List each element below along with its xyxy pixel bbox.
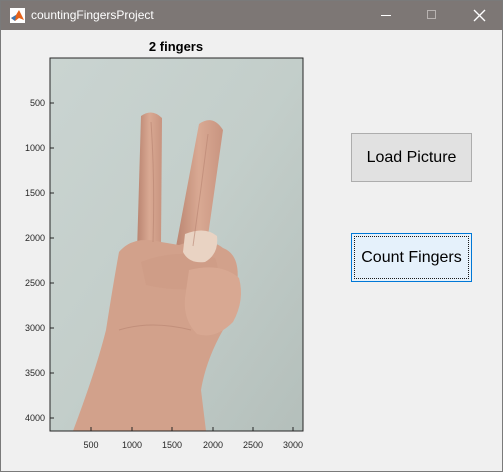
title-bar[interactable]: countingFingersProject: [1, 1, 502, 30]
y-tick-label: 4000: [25, 413, 45, 423]
matlab-logo-icon: [10, 8, 25, 23]
close-button[interactable]: [456, 1, 502, 30]
x-tick-label: 1000: [122, 440, 142, 450]
y-tick-label: 2000: [25, 233, 45, 243]
y-tick-label: 1000: [25, 143, 45, 153]
y-tick-label: 500: [30, 98, 45, 108]
x-tick-label: 1500: [162, 440, 182, 450]
maximize-button[interactable]: [409, 1, 455, 30]
y-tick-label: 3500: [25, 368, 45, 378]
maximize-icon: [427, 10, 436, 19]
x-tick-label: 2000: [203, 440, 223, 450]
x-tick-label: 500: [83, 440, 98, 450]
load-picture-label: Load Picture: [366, 148, 457, 166]
load-picture-button[interactable]: Load Picture: [351, 133, 472, 182]
image-axes: 500 1000 1500 2000 2500 3000 3500 4000 5…: [25, 57, 304, 450]
y-tick-label: 1500: [25, 188, 45, 198]
window-title: countingFingersProject: [31, 8, 154, 22]
y-tick-label: 2500: [25, 278, 45, 288]
hand-photo: [50, 58, 303, 431]
focus-ring: [354, 236, 469, 279]
app-window: countingFingersProject 2 fingers 500 100…: [0, 0, 503, 472]
minimize-button[interactable]: [363, 1, 409, 30]
minimize-icon: [381, 15, 391, 16]
x-tick-label: 3000: [283, 440, 303, 450]
figure-content: 2 fingers 500 1000 1500 2000 2500 3000 3…: [1, 30, 502, 471]
close-icon: [473, 9, 486, 22]
y-tick-label: 3000: [25, 323, 45, 333]
x-tick-label: 2500: [243, 440, 263, 450]
count-fingers-button[interactable]: Count Fingers: [351, 233, 472, 282]
